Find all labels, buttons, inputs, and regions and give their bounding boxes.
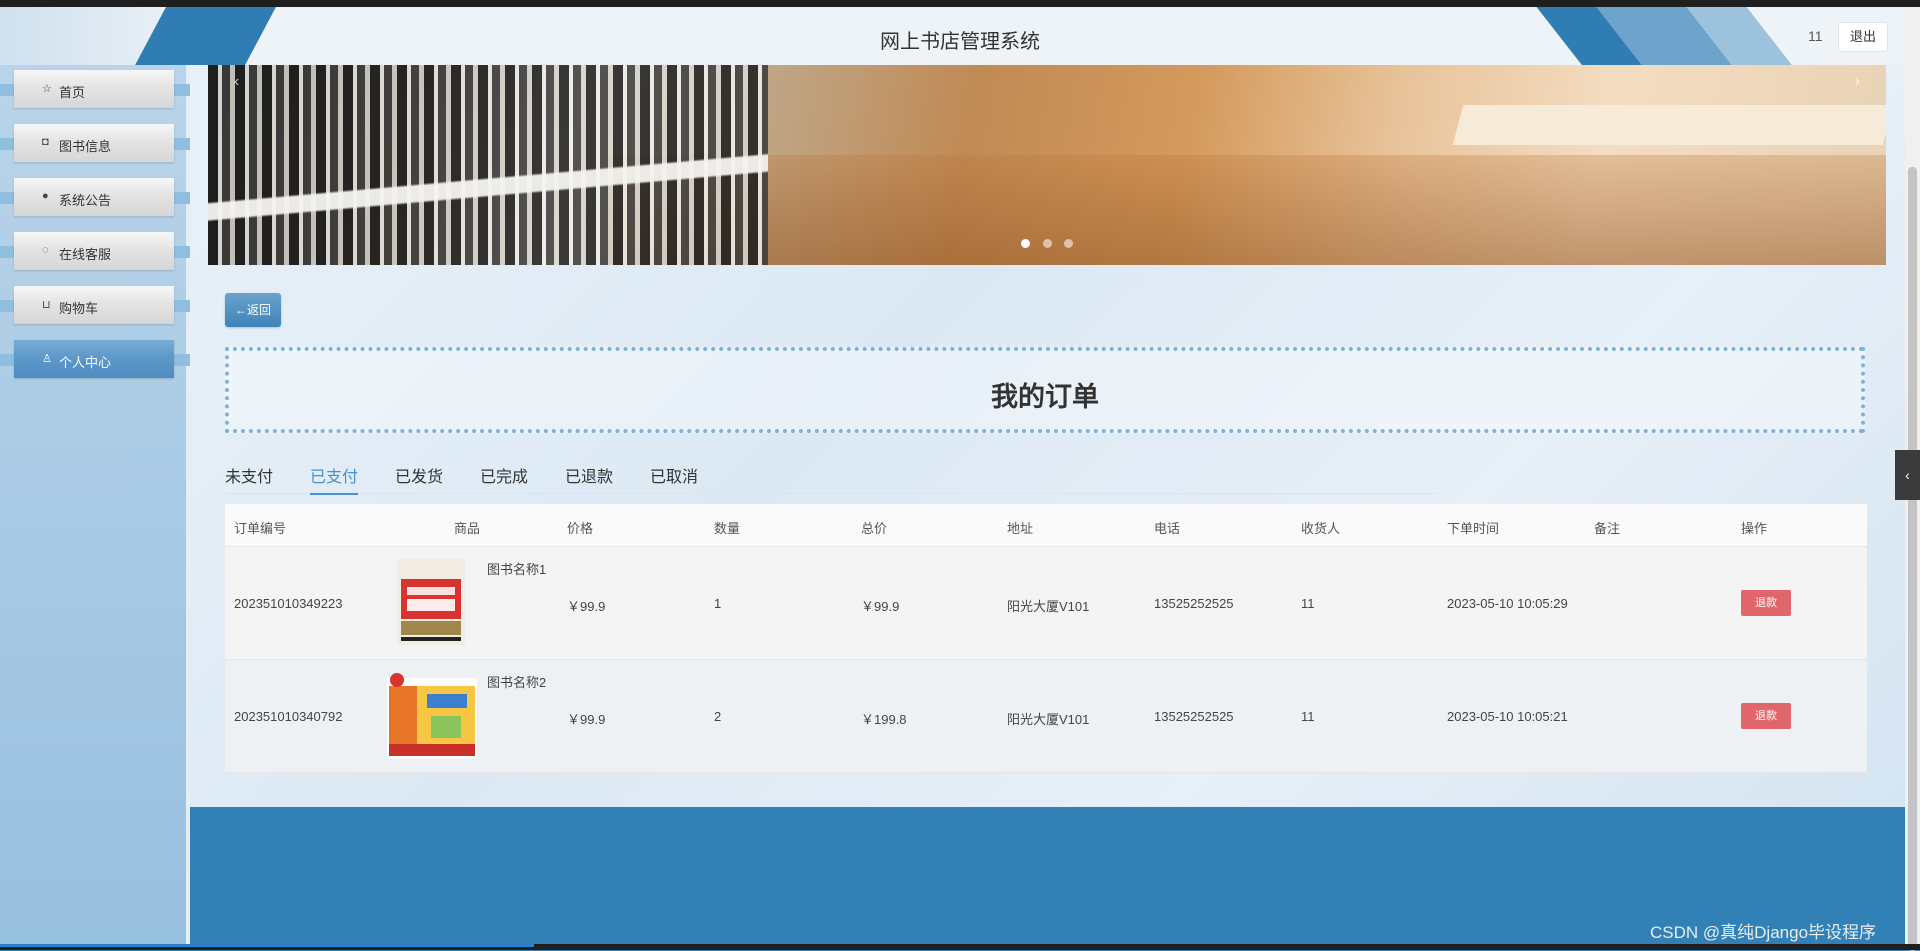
table-header: 订单编号 商品 价格 数量 总价 地址 电话 收货人 下单时间 备注 操作: [225, 504, 1867, 547]
banner-carousel[interactable]: ‹ ›: [208, 65, 1886, 265]
sidebar-item-label: 个人中心: [59, 355, 112, 370]
sidebar-item-books[interactable]: ◘ 图书信息: [0, 121, 190, 165]
refund-button[interactable]: 退款: [1741, 590, 1791, 616]
bag-icon: ◘: [42, 136, 49, 148]
column-header: 电话: [1154, 521, 1181, 536]
carousel-dot[interactable]: [1063, 239, 1073, 248]
banner-table: [1452, 105, 1886, 145]
sidebar-item-label: 系统公告: [59, 193, 112, 208]
tab-unpaid[interactable]: 未支付: [225, 463, 273, 493]
order-status-tabs: 未支付 已支付 已发货 已完成 已退款 已取消: [225, 463, 1437, 495]
sidebar-item-label: 图书信息: [59, 139, 112, 154]
price: ￥99.9: [567, 712, 606, 727]
order-time: 2023-05-10 10:05:29: [1447, 596, 1568, 611]
nav-bar: [14, 70, 174, 108]
headset-icon: ◌: [42, 244, 49, 256]
page-title: 我的订单: [991, 382, 1099, 412]
column-header: 价格: [567, 521, 594, 536]
app-header: 网上书店管理系统 11 退出: [0, 7, 1920, 65]
book-cover-image: [397, 559, 465, 645]
sidebar: ☆ 首页 ◘ 图书信息 ● 系统公告 ◌ 在线客服 ⊔ 购物车 ♙ 个人中心: [0, 65, 190, 944]
column-header: 地址: [1007, 521, 1034, 536]
tab-refunded[interactable]: 已退款: [565, 463, 613, 493]
tab-paid[interactable]: 已支付: [310, 463, 359, 495]
sidebar-item-cart[interactable]: ⊔ 购物车: [0, 283, 190, 327]
collapse-panel-icon[interactable]: ‹: [1895, 450, 1920, 500]
order-number: 202351010349223: [234, 596, 343, 611]
refund-button[interactable]: 退款: [1741, 703, 1791, 729]
sidebar-item-label: 购物车: [59, 301, 99, 316]
quantity: 1: [714, 596, 722, 611]
carousel-next-icon[interactable]: ›: [1855, 73, 1860, 91]
total-price: ￥199.8: [861, 712, 907, 727]
back-button[interactable]: ←返回: [225, 293, 281, 327]
sidebar-item-label: 首页: [59, 85, 86, 100]
column-header: 操作: [1741, 521, 1768, 536]
watermark: CSDN @真纯Django毕设程序: [1650, 923, 1877, 942]
tab-shipped[interactable]: 已发货: [395, 463, 443, 493]
sidebar-item-support[interactable]: ◌ 在线客服: [0, 229, 190, 273]
column-header: 收货人: [1301, 521, 1341, 536]
taskbar-indicator: [0, 944, 534, 947]
page-title-box: 我的订单: [225, 347, 1865, 433]
orders-table: 订单编号 商品 价格 数量 总价 地址 电话 收货人 下单时间 备注 操作 20…: [225, 504, 1867, 773]
star-icon: ☆: [42, 83, 52, 95]
info-icon: ●: [42, 190, 49, 202]
app-title: 网上书店管理系统: [880, 31, 1040, 53]
table-row: 202351010340792 图书名称2 ￥99.9 2 ￥199.8 阳光大…: [225, 660, 1867, 773]
column-header: 下单时间: [1447, 521, 1500, 536]
cart-icon: ⊔: [42, 299, 51, 311]
table-row: 202351010349223 图书名称1 ￥99.9 1 ￥99.9 阳光大厦…: [225, 547, 1867, 660]
product-name: 图书名称2: [487, 675, 547, 690]
column-header: 订单编号: [234, 521, 287, 536]
order-time: 2023-05-10 10:05:21: [1447, 709, 1568, 724]
window-top-edge: [0, 0, 1920, 7]
carousel-dots: [208, 235, 1886, 253]
receiver: 11: [1301, 709, 1315, 724]
column-header: 总价: [861, 521, 888, 536]
carousel-prev-icon[interactable]: ‹: [234, 73, 239, 91]
main-content: ‹ › ←返回 我的订单 未支付 已支付 已发货 已完成 已退款 已取消 订单编…: [190, 65, 1905, 807]
phone: 13525252525: [1154, 709, 1234, 724]
scrollbar-thumb[interactable]: [1908, 167, 1917, 951]
phone: 13525252525: [1154, 596, 1234, 611]
sidebar-item-announcements[interactable]: ● 系统公告: [0, 175, 190, 219]
receiver: 11: [1301, 596, 1315, 611]
column-header: 备注: [1594, 521, 1621, 536]
total-price: ￥99.9: [861, 599, 900, 614]
column-header: 商品: [454, 521, 481, 536]
book-cover-2: [387, 673, 477, 758]
book-cover-1: [397, 559, 465, 645]
quantity: 2: [714, 709, 722, 724]
book-cover-image: [387, 672, 477, 758]
price: ￥99.9: [567, 599, 606, 614]
sidebar-item-profile[interactable]: ♙ 个人中心: [0, 337, 190, 381]
address: 阳光大厦V101: [1007, 599, 1090, 614]
user-icon: ♙: [42, 353, 52, 365]
address: 阳光大厦V101: [1007, 712, 1090, 727]
sidebar-item-home[interactable]: ☆ 首页: [0, 67, 190, 111]
tab-cancelled[interactable]: 已取消: [650, 463, 698, 493]
carousel-dot[interactable]: [1042, 239, 1052, 248]
product-name: 图书名称1: [487, 562, 547, 577]
current-user: 11: [1808, 28, 1823, 44]
column-header: 数量: [714, 521, 741, 536]
logout-button[interactable]: 退出: [1838, 22, 1888, 52]
carousel-dot[interactable]: [1021, 239, 1031, 248]
sidebar-item-label: 在线客服: [59, 247, 112, 262]
order-number: 202351010340792: [234, 709, 343, 724]
tab-completed[interactable]: 已完成: [480, 463, 528, 493]
